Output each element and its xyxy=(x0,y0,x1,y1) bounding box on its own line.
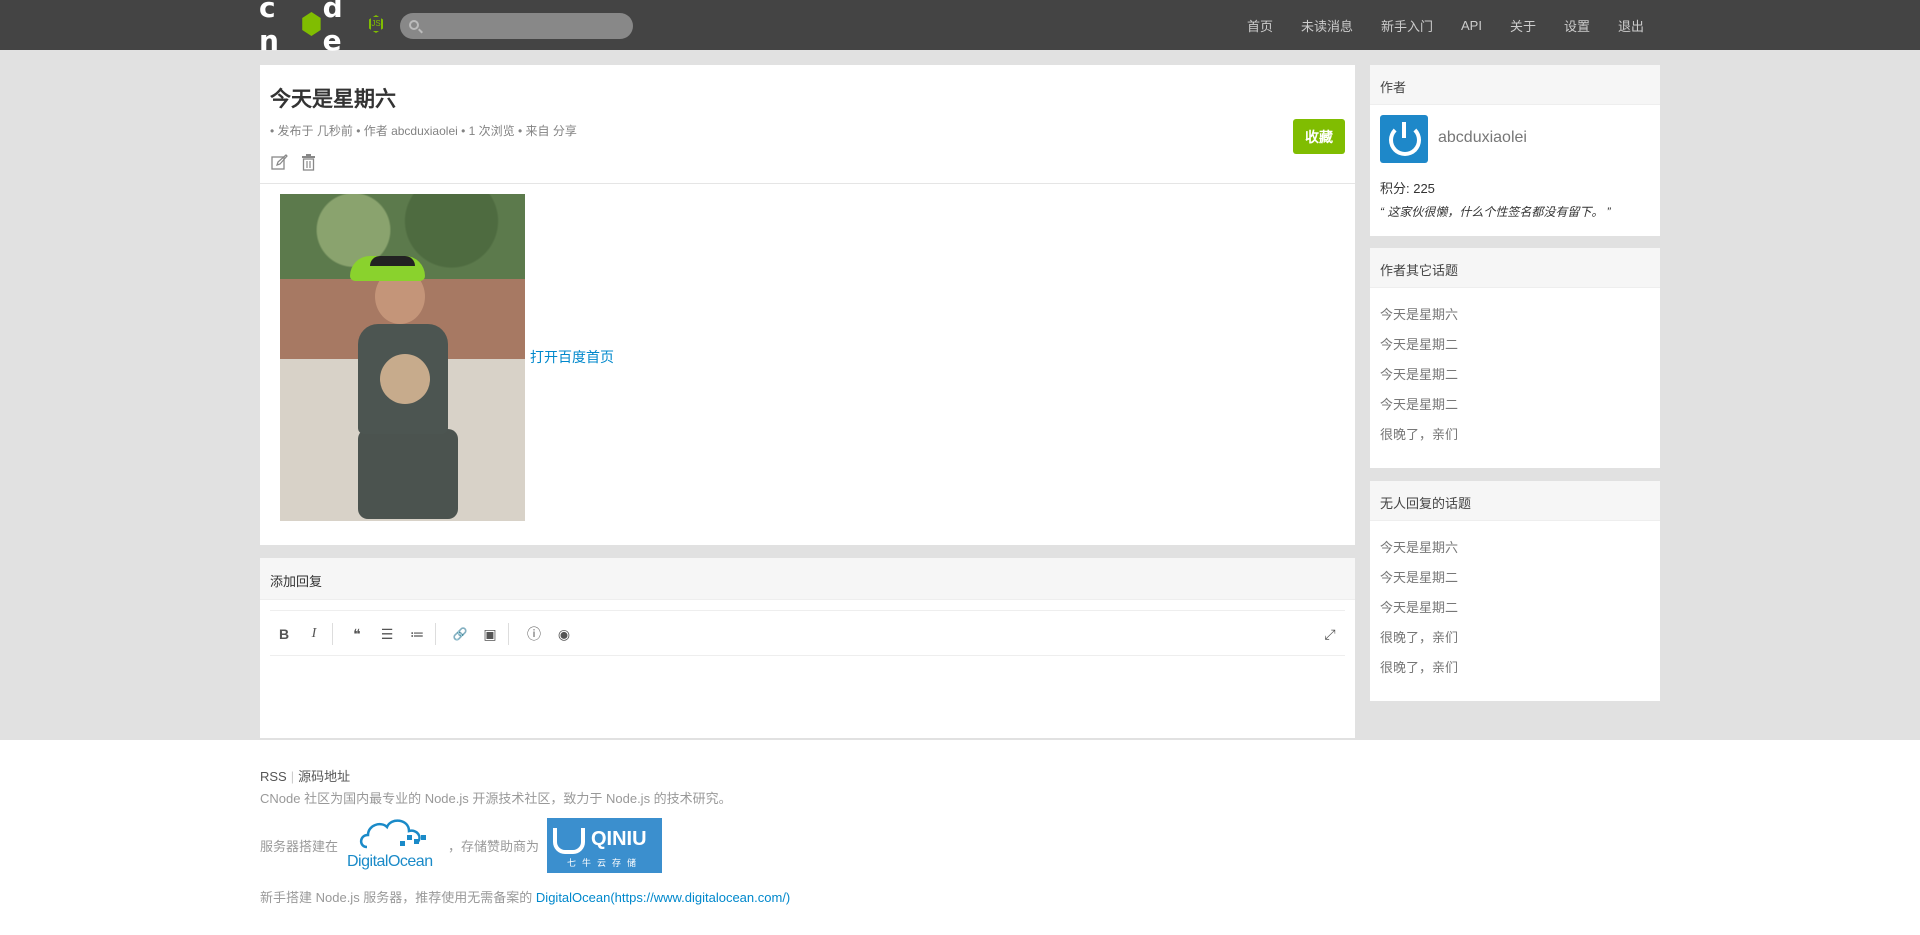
favorite-button[interactable]: 收藏 xyxy=(1293,119,1345,154)
reply-header: 添加回复 xyxy=(260,558,1355,600)
no-reply-header: 无人回复的话题 xyxy=(1370,481,1660,521)
markdown-editor[interactable]: B I ❝ ☰ ≔ 🔗 ▣ ⓘ ◉ ⤢ xyxy=(270,610,1345,738)
footer: RSS | 源码地址 CNode 社区为国内最专业的 Node.js 开源技术社区，… xyxy=(0,740,1920,935)
cloud-icon xyxy=(359,819,426,849)
reply-panel: 添加回复 B I ❝ ☰ ≔ 🔗 ▣ ⓘ ◉ ⤢ xyxy=(260,558,1355,738)
nav-logout[interactable]: 退出 xyxy=(1618,16,1644,35)
list-item[interactable]: 今天是星期六 xyxy=(1380,300,1650,330)
qiniu-text: QINIU xyxy=(591,828,647,850)
toolbar-separator xyxy=(435,623,436,645)
list-item[interactable]: 今天是星期二 xyxy=(1380,330,1650,360)
list-item[interactable]: 今天是星期二 xyxy=(1380,563,1650,593)
list-item[interactable]: 今天是星期六 xyxy=(1380,533,1650,563)
footer-links: RSS | 源码地址 xyxy=(260,769,351,784)
topic-title: 今天是星期六 xyxy=(270,88,396,111)
ordered-list-icon[interactable]: ≔ xyxy=(407,624,427,644)
digitalocean-logo[interactable]: DigitalOcean xyxy=(347,815,439,873)
nav-getstart[interactable]: 新手入门 xyxy=(1381,16,1433,35)
logo-text: c n xyxy=(259,0,280,57)
digitalocean-text: DigitalOcean xyxy=(347,853,433,870)
list-item[interactable]: 很晚了，亲们 xyxy=(1380,420,1650,450)
unordered-list-icon[interactable]: ☰ xyxy=(377,624,397,644)
logo-text-2: d e xyxy=(322,0,344,57)
rss-link[interactable]: RSS xyxy=(260,769,287,784)
nav-unread[interactable]: 未读消息 xyxy=(1301,16,1353,35)
tip-prefix: 新手搭建 Node.js 服务器，推荐使用无需备案的 xyxy=(260,890,536,905)
host-middle: ，存储赞助商为 xyxy=(448,839,540,854)
preview-icon[interactable]: ◉ xyxy=(554,624,574,644)
footer-tip: 新手搭建 Node.js 服务器，推荐使用无需备案的 DigitalOcean(… xyxy=(260,887,790,906)
digitalocean-link[interactable]: DigitalOcean(https://www.digitalocean.co… xyxy=(536,890,790,905)
navbar: c n d e JS 首页 未读消息 新手入门 API 关于 设置 退出 xyxy=(0,0,1920,57)
avatar[interactable] xyxy=(1380,115,1428,163)
author-panel-header: 作者 xyxy=(1370,65,1660,105)
delete-icon[interactable] xyxy=(301,154,316,171)
other-topics-panel: 作者其它话题 今天是星期六 今天是星期二 今天是星期二 今天是星期二 很晚了，亲… xyxy=(1370,248,1660,468)
toolbar-separator xyxy=(508,623,509,645)
bold-icon[interactable]: B xyxy=(274,624,294,644)
topic-panel: 今天是星期六 • 发布于 几秒前 • 作者 abcduxiaolei • 1 次… xyxy=(260,65,1355,545)
toolbar-separator xyxy=(332,623,333,645)
list-item[interactable]: 今天是星期二 xyxy=(1380,390,1650,420)
nodejs-icon: JS xyxy=(368,15,384,33)
list-item[interactable]: 今天是星期二 xyxy=(1380,593,1650,623)
list-item[interactable]: 今天是星期二 xyxy=(1380,360,1650,390)
search-icon xyxy=(409,20,419,30)
author-name[interactable]: abcduxiaolei xyxy=(1438,129,1527,147)
author-panel: 作者 abcduxiaolei 积分: 225 “ 这家伙很懒，什么个性签名都没… xyxy=(1370,65,1660,236)
topic-image xyxy=(280,194,525,521)
nav-settings[interactable]: 设置 xyxy=(1564,16,1590,35)
info-icon[interactable]: ⓘ xyxy=(524,624,544,644)
nav-home[interactable]: 首页 xyxy=(1247,16,1273,35)
topic-divider xyxy=(260,183,1355,184)
quote-icon[interactable]: ❝ xyxy=(347,624,367,644)
qiniu-horn-icon xyxy=(553,828,585,854)
qiniu-subtext: 七牛云存储 xyxy=(567,858,643,868)
other-topics-list: 今天是星期六 今天是星期二 今天是星期二 今天是星期二 很晚了，亲们 xyxy=(1370,288,1660,462)
list-item[interactable]: 很晚了，亲们 xyxy=(1380,653,1650,683)
logo-hex-icon xyxy=(302,12,321,36)
fullscreen-icon[interactable]: ⤢ xyxy=(1320,624,1340,644)
host-prefix: 服务器搭建在 xyxy=(260,839,339,854)
image-icon[interactable]: ▣ xyxy=(480,624,500,644)
nav-api[interactable]: API xyxy=(1461,18,1482,33)
search-input[interactable] xyxy=(424,13,624,39)
baidu-link[interactable]: 打开百度首页 xyxy=(530,347,614,367)
reply-title: 添加回复 xyxy=(270,574,323,589)
italic-icon[interactable]: I xyxy=(304,624,324,644)
search-box[interactable] xyxy=(400,13,633,39)
topic-meta: • 发布于 几秒前 • 作者 abcduxiaolei • 1 次浏览 • 来自… xyxy=(270,124,577,138)
other-topics-header: 作者其它话题 xyxy=(1370,248,1660,288)
qiniu-logo[interactable]: QINIU 七牛云存储 xyxy=(547,818,662,873)
nav-about[interactable]: 关于 xyxy=(1510,16,1536,35)
no-reply-panel: 无人回复的话题 今天是星期六 今天是星期二 今天是星期二 很晚了，亲们 很晚了，… xyxy=(1370,481,1660,701)
nav-links: 首页 未读消息 新手入门 API 关于 设置 退出 xyxy=(1219,0,1644,50)
footer-description: CNode 社区为国内最专业的 Node.js 开源技术社区，致力于 Node.… xyxy=(260,791,732,806)
no-reply-list: 今天是星期六 今天是星期二 今天是星期二 很晚了，亲们 很晚了，亲们 xyxy=(1370,521,1660,695)
cnode-logo[interactable]: c n d e JS xyxy=(259,0,384,57)
edit-icon[interactable] xyxy=(271,154,288,171)
author-score: 积分: 225 xyxy=(1380,181,1435,196)
link-icon[interactable]: 🔗 xyxy=(450,624,470,644)
editor-toolbar: B I ❝ ☰ ≔ 🔗 ▣ ⓘ ◉ ⤢ xyxy=(270,610,1345,656)
list-item[interactable]: 很晚了，亲们 xyxy=(1380,623,1650,653)
source-link[interactable]: 源码地址 xyxy=(298,769,350,784)
author-signature: “ 这家伙很懒，什么个性签名都没有留下。 ” xyxy=(1380,205,1611,219)
